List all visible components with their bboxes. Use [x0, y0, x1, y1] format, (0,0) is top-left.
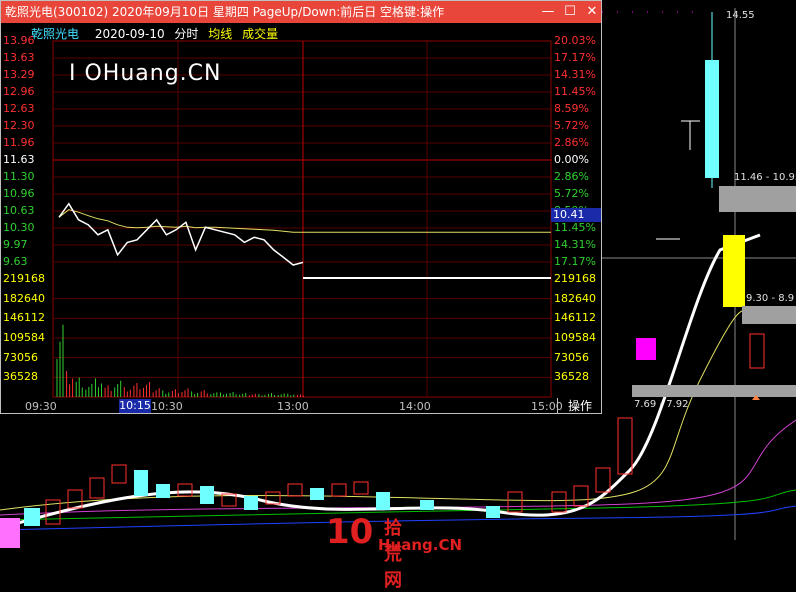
price-axis-label: 9.97 [3, 238, 28, 251]
volume-axis-label: 182640 [554, 291, 596, 305]
cursor-price-value: 10.41 [551, 208, 601, 222]
volume-axis-label: 182640 [3, 291, 45, 305]
price-axis-label: 10.30 [3, 221, 35, 234]
price-axis-label: 12.63 [3, 102, 35, 115]
price-axis-label: 13.96 [3, 34, 35, 47]
ma-purple [0, 419, 796, 516]
price-axis-label: 11.96 [3, 136, 35, 149]
percent-axis-label: 14.31% [554, 238, 596, 251]
site-logo: 10 拾荒网 Huang.CN [326, 512, 463, 591]
percent-axis-label: 2.86% [554, 170, 589, 183]
intraday-popup-window[interactable]: 乾照光电(300102) 2020年09月10日 星期四 PageUp/Down… [0, 0, 602, 414]
time-axis-label: 13:00 [277, 400, 309, 413]
percent-axis-label: 11.45% [554, 221, 596, 234]
volume-axis-label: 109584 [554, 331, 596, 344]
price-axis-label: 10.96 [3, 187, 35, 200]
watermark-text: I OHuang.CN [69, 61, 222, 86]
volume-axis-label: 219168 [554, 272, 596, 285]
price-axis-label: 9.63 [3, 255, 28, 268]
percent-axis-label: 14.31% [554, 68, 596, 81]
chart-grid [52, 40, 552, 398]
annot-range-mid: 9.30 - 8.9 [746, 293, 795, 304]
volume-axis-label: 109584 [3, 331, 45, 344]
percent-axis-label: 5.72% [554, 187, 589, 200]
annot-range-top: 11.46 - 10.95 [734, 172, 796, 183]
volume-axis-label: 146112 [554, 311, 596, 325]
volume-axis-label: 73056 [3, 350, 38, 364]
volume-axis-label: 146112 [3, 311, 45, 325]
percent-axis-label: 17.17% [554, 51, 596, 64]
volume-axis-label: 36528 [554, 370, 589, 384]
price-axis-label: 12.30 [3, 119, 35, 132]
cursor-time-value: 10:15 [119, 399, 151, 413]
price-axis-label: 11.63 [3, 153, 35, 166]
annot-high: 14.55 [726, 10, 755, 21]
range-bar-mid [742, 306, 796, 324]
range-bar-low [632, 385, 796, 397]
price-axis-label: 13.29 [3, 68, 35, 81]
operate-button[interactable]: 操作 [557, 398, 602, 414]
time-axis-label: 14:00 [399, 400, 431, 413]
time-axis-label: 10:30 [151, 400, 183, 413]
volume-axis-label: 219168 [3, 272, 45, 285]
avg-price-line [58, 209, 551, 233]
time-axis-label: 09:30 [25, 400, 57, 413]
price-axis-label: 11.30 [3, 170, 35, 183]
percent-axis-label: 20.03% [554, 34, 596, 47]
price-axis-label: 10.63 [3, 204, 35, 217]
volume-bars [56, 324, 304, 397]
annot-range-low: 7.69 - 7.92 [634, 399, 689, 410]
price-line [58, 202, 304, 266]
price-axis-label: 12.96 [3, 85, 35, 98]
percent-axis-label: 5.72% [554, 119, 589, 132]
percent-axis-label: 0.00% [554, 153, 589, 166]
price-lines [58, 202, 551, 279]
percent-axis-label: 17.17% [554, 255, 596, 268]
volume-axis-label: 73056 [554, 350, 589, 364]
percent-axis-label: 11.45% [554, 85, 596, 98]
range-bar-top [719, 186, 796, 212]
percent-axis-label: 2.86% [554, 136, 589, 149]
price-axis-label: 13.63 [3, 51, 35, 64]
percent-axis-label: 8.59% [554, 102, 589, 115]
volume-axis-label: 36528 [3, 370, 38, 384]
